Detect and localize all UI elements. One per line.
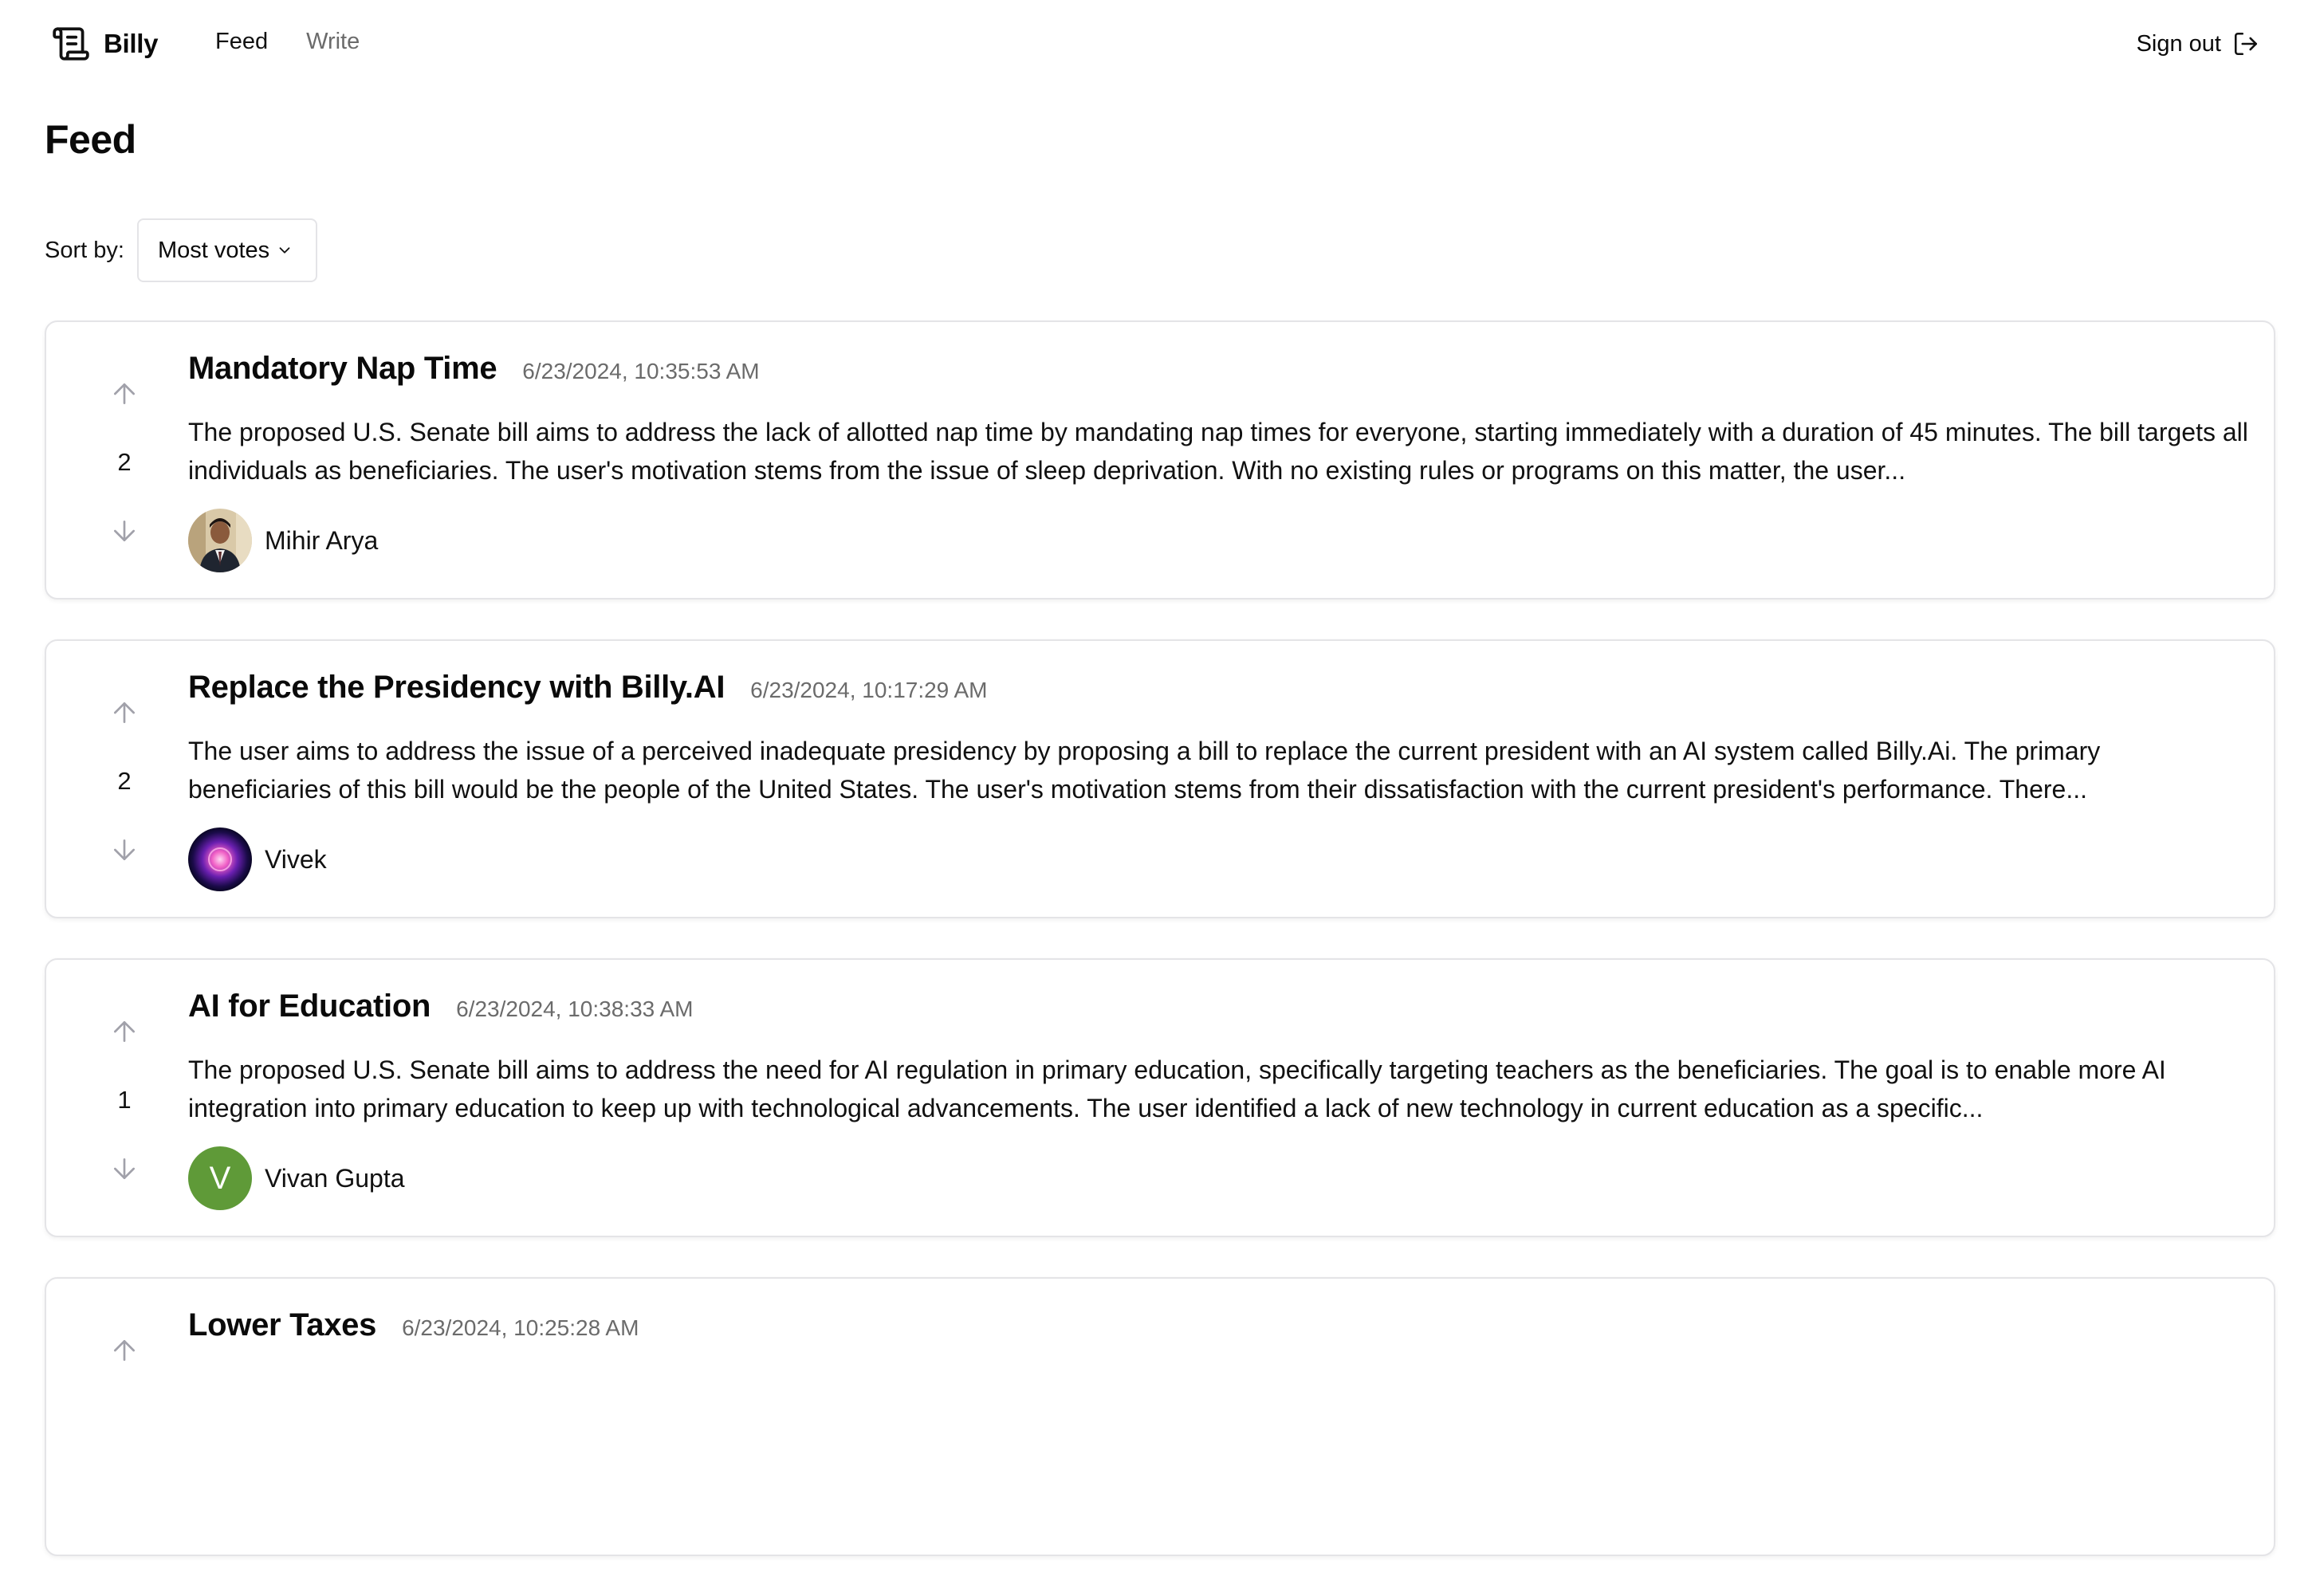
downvote-button[interactable] <box>105 512 144 550</box>
avatar-letter: V <box>209 1160 231 1196</box>
arrow-down-icon <box>114 839 135 860</box>
brand-name: Billy <box>104 29 159 58</box>
post-card[interactable]: 1 AI for Education 6/23/2024, 10:38:33 A… <box>45 958 2275 1237</box>
scroll-icon <box>51 24 91 64</box>
post-header: AI for Education 6/23/2024, 10:38:33 AM <box>188 989 2250 1036</box>
vote-control <box>94 1331 155 1507</box>
post-date: 6/23/2024, 10:25:28 AM <box>402 1315 639 1340</box>
main-nav: Feed Write <box>215 29 360 55</box>
upvote-button[interactable] <box>105 1331 144 1370</box>
vote-count: 2 <box>117 767 132 795</box>
log-out-icon <box>2232 30 2259 57</box>
post-summary: The proposed U.S. Senate bill aims to ad… <box>188 1055 2166 1122</box>
vote-count: 1 <box>117 1086 132 1114</box>
sort-label: Sort by: <box>45 237 124 263</box>
vote-count: 2 <box>117 448 132 476</box>
post-author: Mihir Arya <box>188 509 2250 572</box>
post-header: Replace the Presidency with Billy.AI 6/2… <box>188 670 2250 717</box>
downvote-button[interactable] <box>105 1150 144 1188</box>
post-content: Mandatory Nap Time 6/23/2024, 10:35:53 A… <box>188 351 2250 572</box>
brand-logo[interactable]: Billy <box>51 24 159 64</box>
sign-out-label: Sign out <box>2136 30 2221 57</box>
post-content: Replace the Presidency with Billy.AI 6/2… <box>188 670 2250 891</box>
upvote-button[interactable] <box>105 1012 144 1051</box>
page-title: Feed <box>45 117 136 162</box>
upvote-button[interactable] <box>105 375 144 413</box>
post-title[interactable]: AI for Education <box>188 989 431 1024</box>
sort-value: Most votes <box>157 237 270 263</box>
post-author: V Vivan Gupta <box>188 1146 2250 1210</box>
arrow-down-icon <box>114 521 135 541</box>
arrow-up-icon <box>114 702 135 723</box>
post-date: 6/23/2024, 10:38:33 AM <box>456 997 694 1021</box>
post-title[interactable]: Lower Taxes <box>188 1307 376 1343</box>
arrow-up-icon <box>114 1340 135 1361</box>
vote-control: 2 <box>94 375 155 550</box>
chevron-down-icon <box>276 242 293 259</box>
post-date: 6/23/2024, 10:35:53 AM <box>522 359 760 383</box>
downvote-button[interactable] <box>105 831 144 869</box>
sort-dropdown[interactable]: Most votes <box>136 218 318 282</box>
author-name: Vivan Gupta <box>265 1163 405 1193</box>
arrow-down-icon <box>114 1158 135 1179</box>
post-card[interactable]: Lower Taxes 6/23/2024, 10:25:28 AM <box>45 1277 2275 1556</box>
post-card[interactable]: 2 Replace the Presidency with Billy.AI 6… <box>45 639 2275 918</box>
nav-feed[interactable]: Feed <box>215 29 268 55</box>
upvote-button[interactable] <box>105 694 144 732</box>
arrow-up-icon <box>114 383 135 404</box>
post-title[interactable]: Mandatory Nap Time <box>188 351 497 387</box>
vote-control: 2 <box>94 694 155 869</box>
author-name: Mihir Arya <box>265 525 379 555</box>
sign-out-button[interactable]: Sign out <box>2137 30 2259 57</box>
arrow-up-icon <box>114 1021 135 1042</box>
post-date: 6/23/2024, 10:17:29 AM <box>750 678 988 702</box>
author-name: Vivek <box>265 844 327 874</box>
vote-control: 1 <box>94 1012 155 1188</box>
post-header: Mandatory Nap Time 6/23/2024, 10:35:53 A… <box>188 351 2250 399</box>
feed-list: 2 Mandatory Nap Time 6/23/2024, 10:35:53… <box>45 320 2275 1596</box>
avatar <box>188 827 252 891</box>
top-navbar: Billy Feed Write Sign out <box>0 0 2320 91</box>
post-card[interactable]: 2 Mandatory Nap Time 6/23/2024, 10:35:53… <box>45 320 2275 599</box>
post-content: Lower Taxes 6/23/2024, 10:25:28 AM <box>188 1307 2250 1355</box>
post-author: Vivek <box>188 827 2250 891</box>
sort-control: Sort by: Most votes <box>45 218 318 282</box>
avatar: V <box>188 1146 252 1210</box>
avatar <box>188 509 252 572</box>
post-summary: The user aims to address the issue of a … <box>188 737 2101 804</box>
post-summary: The proposed U.S. Senate bill aims to ad… <box>188 418 2248 485</box>
nav-write[interactable]: Write <box>306 29 360 55</box>
post-title[interactable]: Replace the Presidency with Billy.AI <box>188 670 725 706</box>
post-content: AI for Education 6/23/2024, 10:38:33 AM … <box>188 989 2250 1210</box>
post-header: Lower Taxes 6/23/2024, 10:25:28 AM <box>188 1307 2250 1355</box>
